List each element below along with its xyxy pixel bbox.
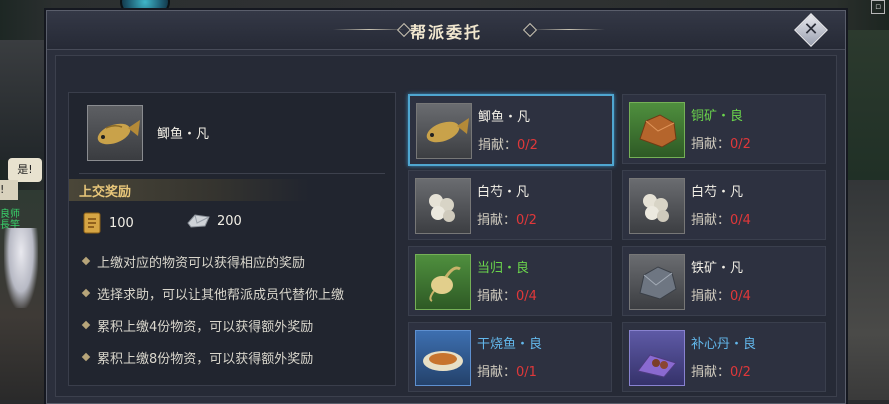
bullet-icon	[81, 288, 91, 298]
bullet-icon	[81, 256, 91, 266]
donate-label: 捐献：	[478, 138, 518, 153]
material-name: 当归・良	[477, 261, 530, 276]
material-name: 白芍・凡	[691, 185, 744, 200]
close-button[interactable]: ✕	[793, 13, 829, 47]
silver-ingot-icon	[187, 214, 210, 228]
npc-speech-bubble: 是!	[8, 158, 42, 182]
material-progress: 捐献：0/4	[691, 285, 751, 304]
material-icon-slot	[415, 254, 471, 310]
progress-value: 0/2	[517, 138, 538, 153]
ground-right	[841, 180, 889, 400]
donate-label: 捐献：	[477, 365, 517, 380]
building-roof-right	[841, 30, 889, 180]
progress-value: 0/2	[516, 213, 537, 228]
material-icon-slot	[629, 102, 685, 158]
material-icon-slot	[629, 330, 685, 386]
rule-item: 累积上缴4份物资，可以获得额外奖励	[79, 309, 389, 341]
title-ornament-right	[533, 29, 605, 30]
crucian-carp-icon	[426, 118, 469, 143]
selected-item-name: 鲫鱼・凡	[157, 127, 210, 142]
material-name: 白芍・凡	[477, 185, 530, 200]
material-icon-slot	[415, 178, 471, 234]
rules-list: 上缴对应的物资可以获得相应的奖励 选择求助，可以让其他帮派成员代替你上缴 累积上…	[79, 245, 389, 373]
progress-value: 0/2	[730, 137, 751, 152]
divider	[79, 173, 385, 174]
bullet-icon	[81, 320, 91, 330]
white-peony-root-icon	[429, 194, 455, 222]
material-card-iron-ore[interactable]: 铁矿・凡 捐献：0/4	[622, 246, 826, 316]
material-progress: 捐献：0/4	[691, 209, 751, 228]
bullet-icon	[81, 352, 91, 362]
material-icon-slot	[416, 103, 472, 159]
selected-item-slot[interactable]	[87, 105, 143, 161]
angelica-root-icon	[429, 266, 461, 302]
material-name: 干烧鱼・良	[477, 337, 543, 352]
dialog-title-bar: 帮派委托 ✕	[47, 11, 845, 50]
progress-value: 0/4	[730, 213, 751, 228]
progress-value: 0/2	[730, 365, 751, 380]
dialog-title: 帮派委托	[409, 23, 482, 42]
crucian-carp-icon	[97, 120, 140, 145]
material-name: 鲫鱼・凡	[478, 110, 531, 125]
npc-character[interactable]	[4, 228, 38, 308]
rule-text: 累积上缴8份物资，可以获得额外奖励	[97, 351, 314, 367]
progress-value: 0/4	[730, 289, 751, 304]
reward-contribution-amount: 100	[109, 215, 134, 231]
material-icon-slot	[629, 254, 685, 310]
material-card-angelica[interactable]: 当归・良 捐献：0/4	[408, 246, 612, 316]
material-progress: 捐献：0/2	[477, 209, 537, 228]
reward-contribution: 100	[81, 211, 134, 235]
heart-pill-icon	[637, 354, 677, 378]
material-progress: 捐献：0/2	[691, 361, 751, 380]
rule-text: 选择求助，可以让其他帮派成员代替你上缴	[97, 287, 345, 303]
progress-value: 0/4	[516, 289, 537, 304]
close-x-icon: ✕	[803, 19, 819, 40]
material-card-crucian-carp[interactable]: 鲫鱼・凡 捐献：0/2	[408, 94, 614, 166]
reward-section-header: 上交奖励	[69, 179, 309, 201]
material-card-white-peony-2[interactable]: 白芍・凡 捐献：0/4	[622, 170, 826, 240]
rule-item: 上缴对应的物资可以获得相应的奖励	[79, 245, 389, 277]
material-progress: 捐献：0/2	[478, 134, 538, 153]
donate-label: 捐献：	[691, 213, 731, 228]
material-card-white-peony[interactable]: 白芍・凡 捐献：0/2	[408, 170, 612, 240]
building-roof-left	[0, 40, 48, 160]
material-name: 铜矿・良	[691, 109, 744, 124]
donate-label: 捐献：	[691, 289, 731, 304]
menu-corner-icon[interactable]: ▫	[871, 0, 885, 14]
material-progress: 捐献：0/4	[477, 285, 537, 304]
guild-commission-dialog: 帮派委托 ✕ 鲫鱼・凡 上交奖励 100 200 上缴对应的物资可以获得相应的奖…	[46, 10, 846, 404]
material-card-braised-fish[interactable]: 干烧鱼・良 捐献：0/1	[408, 322, 612, 392]
material-progress: 捐献：0/2	[691, 133, 751, 152]
rule-text: 累积上缴4份物资，可以获得额外奖励	[97, 319, 314, 335]
progress-value: 0/1	[516, 365, 537, 380]
braised-fish-dish-icon	[423, 351, 463, 371]
material-card-heart-pill[interactable]: 补心丹・良 捐献：0/2	[622, 322, 826, 392]
donate-label: 捐献：	[691, 365, 731, 380]
copper-ore-icon	[639, 114, 677, 148]
material-name: 铁矿・凡	[691, 261, 744, 276]
rule-item: 累积上缴8份物资，可以获得额外奖励	[79, 341, 389, 373]
donate-label: 捐献：	[477, 289, 517, 304]
rule-item: 选择求助，可以让其他帮派成员代替你上缴	[79, 277, 389, 309]
material-name: 补心丹・良	[691, 337, 757, 352]
reward-header-label: 上交奖励	[79, 185, 132, 200]
donate-label: 捐献：	[691, 137, 731, 152]
reward-silver-amount: 200	[217, 213, 242, 229]
dialog-content: 鲫鱼・凡 上交奖励 100 200 上缴对应的物资可以获得相应的奖励 选择求助，…	[55, 55, 837, 397]
material-card-copper-ore[interactable]: 铜矿・良 捐献：0/2	[622, 94, 826, 164]
white-peony-root-icon	[643, 194, 669, 222]
item-detail-panel: 鲫鱼・凡 上交奖励 100 200 上缴对应的物资可以获得相应的奖励 选择求助，…	[68, 92, 396, 386]
material-icon-slot	[629, 178, 685, 234]
iron-ore-icon	[639, 266, 677, 300]
material-progress: 捐献：0/1	[477, 361, 537, 380]
material-icon-slot	[415, 330, 471, 386]
material-grid: 鲫鱼・凡 捐献：0/2 铜矿・良 捐献：0/2 白芍・凡 捐献：0/2 白芍・凡…	[408, 94, 826, 392]
contribution-scroll-icon	[83, 212, 101, 234]
reward-silver: 200	[185, 211, 242, 231]
rule-text: 上缴对应的物资可以获得相应的奖励	[97, 255, 306, 271]
npc-speech-bubble-2: !	[0, 180, 18, 200]
donate-label: 捐献：	[477, 213, 517, 228]
